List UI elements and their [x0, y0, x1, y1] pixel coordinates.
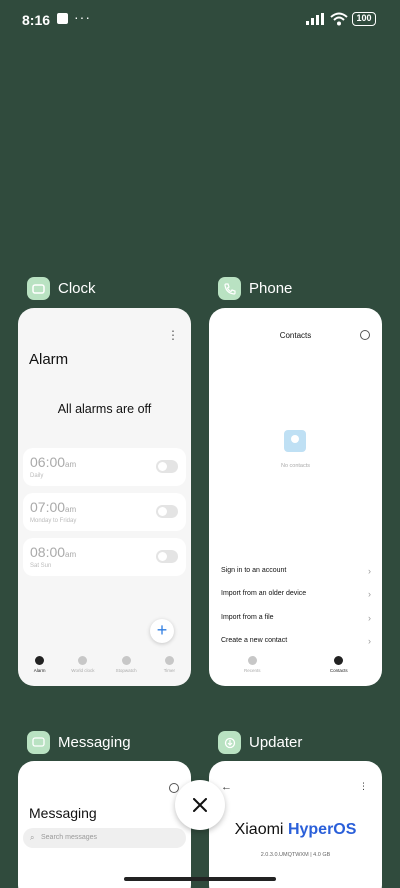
clock-page-title: Alarm: [29, 351, 69, 368]
phone-app-name: Phone: [249, 280, 293, 297]
back-arrow-icon: ←: [221, 781, 232, 793]
nav-alarm: Alarm: [20, 650, 60, 686]
alarm-toggle: [156, 460, 178, 473]
nav-label: Stopwatch: [115, 668, 137, 673]
alarm-time: 06:00am: [30, 454, 77, 470]
alarm-toggle: [156, 550, 178, 563]
contacts-title: Contacts: [279, 331, 312, 340]
os-brand: Xiaomi HyperOS: [234, 821, 357, 838]
messaging-app-icon: [27, 731, 50, 754]
notification-icon: [57, 13, 68, 24]
chevron-right-icon: ›: [368, 589, 371, 599]
phone-bottom-nav: Recents Contacts: [209, 650, 382, 686]
clock-app-icon: [27, 277, 50, 300]
chevron-right-icon: ›: [368, 636, 371, 646]
more-options-icon: ⋮: [167, 328, 179, 342]
stopwatch-icon: [121, 656, 131, 665]
more-notifications-icon: ···: [74, 9, 91, 25]
settings-icon: [360, 330, 370, 340]
home-indicator[interactable]: [124, 877, 276, 881]
nav-label: Recents: [243, 668, 261, 673]
updater-app-card[interactable]: ← ⋮ Xiaomi HyperOS 2.0.3.0.UMQTWXM | 4.0…: [209, 761, 382, 888]
nav-label: World clock: [71, 668, 95, 673]
clock-app-name: Clock: [58, 280, 96, 297]
globe-icon: [78, 656, 88, 665]
create-contact-option: Create a new contact ›: [221, 636, 371, 646]
close-icon: [193, 798, 207, 812]
chevron-right-icon: ›: [368, 566, 371, 576]
add-alarm-button: +: [150, 619, 174, 643]
alarm-item: 07:00am Monday to Friday: [23, 493, 186, 531]
nav-recents: Recents: [222, 650, 282, 686]
chevron-right-icon: ›: [368, 613, 371, 623]
alarm-time: 08:00am: [30, 544, 77, 560]
phone-app-card[interactable]: Contacts No contacts Sign in to an accou…: [209, 308, 382, 686]
updater-app-name: Updater: [249, 734, 303, 751]
phone-icon: [247, 656, 257, 665]
clock-app-header[interactable]: Clock: [27, 277, 96, 300]
updater-app-header[interactable]: Updater: [218, 731, 302, 754]
nav-stopwatch: Stopwatch: [106, 650, 146, 686]
person-icon: [334, 656, 344, 665]
nav-label: Alarm: [33, 668, 46, 673]
contacts-empty-message: No contacts: [280, 463, 311, 469]
signal-icon: [306, 13, 324, 25]
messaging-app-header[interactable]: Messaging: [27, 731, 131, 754]
status-time: 8:16: [22, 12, 51, 28]
search-messages-field: ⌕ Search messages: [23, 828, 186, 848]
clock-app-card[interactable]: ⋮ Alarm All alarms are off 06:00am Daily…: [18, 308, 191, 686]
clear-all-button[interactable]: [175, 780, 225, 830]
nav-timer: Timer: [149, 650, 189, 686]
os-version: 2.0.3.0.UMQTWXM | 4.0 GB: [260, 852, 331, 858]
messaging-app-name: Messaging: [58, 734, 131, 751]
nav-contacts: Contacts: [309, 650, 369, 686]
updater-app-icon: [218, 731, 241, 754]
alarm-toggle: [156, 505, 178, 518]
battery-icon: 100: [352, 12, 376, 26]
nav-label: Contacts: [329, 668, 348, 673]
status-bar: 8:16 ··· 100: [0, 0, 400, 40]
alarm-time: 07:00am: [30, 499, 77, 515]
search-icon: ⌕: [30, 833, 35, 842]
hourglass-icon: [164, 656, 174, 665]
alarm-repeat: Daily: [30, 473, 44, 479]
alarm-item: 08:00am Sat Sun: [23, 538, 186, 576]
phone-app-icon: [218, 277, 241, 300]
alarm-icon: [35, 656, 45, 665]
wifi-icon: [330, 12, 348, 26]
messaging-app-card[interactable]: Messaging ⌕ Search messages: [18, 761, 191, 888]
more-options-icon: ⋮: [359, 781, 368, 791]
alarms-empty-message: All alarms are off: [57, 402, 152, 416]
phone-app-header[interactable]: Phone: [218, 277, 292, 300]
nav-world-clock: World clock: [63, 650, 103, 686]
contact-placeholder-icon: [284, 430, 306, 452]
clock-bottom-nav: Alarm World clock Stopwatch Timer: [18, 650, 191, 686]
messaging-title: Messaging: [29, 805, 97, 821]
alarm-repeat: Sat Sun: [30, 563, 52, 569]
sign-in-option: Sign in to an account ›: [221, 566, 371, 576]
nav-label: Timer: [163, 668, 176, 673]
import-older-device-option: Import from an older device ›: [221, 589, 371, 599]
alarm-repeat: Monday to Friday: [30, 518, 77, 524]
alarm-item: 06:00am Daily: [23, 448, 186, 486]
import-file-option: Import from a file ›: [221, 613, 371, 623]
